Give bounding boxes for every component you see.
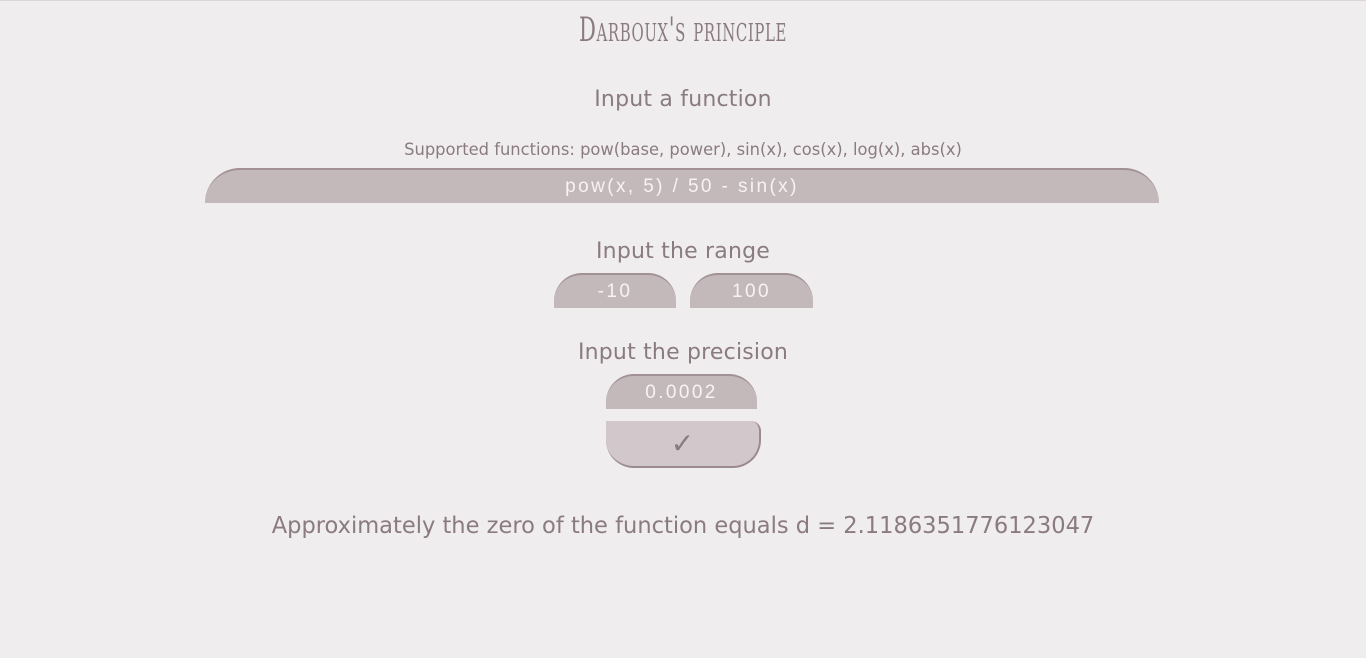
precision-input[interactable]	[606, 374, 757, 409]
range-max-input[interactable]	[690, 273, 813, 308]
range-min-input[interactable]	[554, 273, 676, 308]
top-divider	[0, 0, 1366, 1]
page-title: Darboux's principle	[578, 10, 787, 50]
function-input[interactable]	[205, 168, 1159, 203]
range-heading: Input the range	[595, 239, 771, 264]
page: Darboux's principle Input a function Sup…	[0, 0, 1366, 658]
precision-heading: Input the precision	[577, 340, 789, 365]
function-heading: Input a function	[594, 87, 772, 112]
supported-functions-hint: Supported functions: pow(base, power), s…	[404, 140, 962, 160]
checkmark-icon: ✓	[670, 427, 695, 460]
submit-button[interactable]: ✓	[606, 421, 761, 468]
result-text: Approximately the zero of the function e…	[271, 513, 1095, 539]
